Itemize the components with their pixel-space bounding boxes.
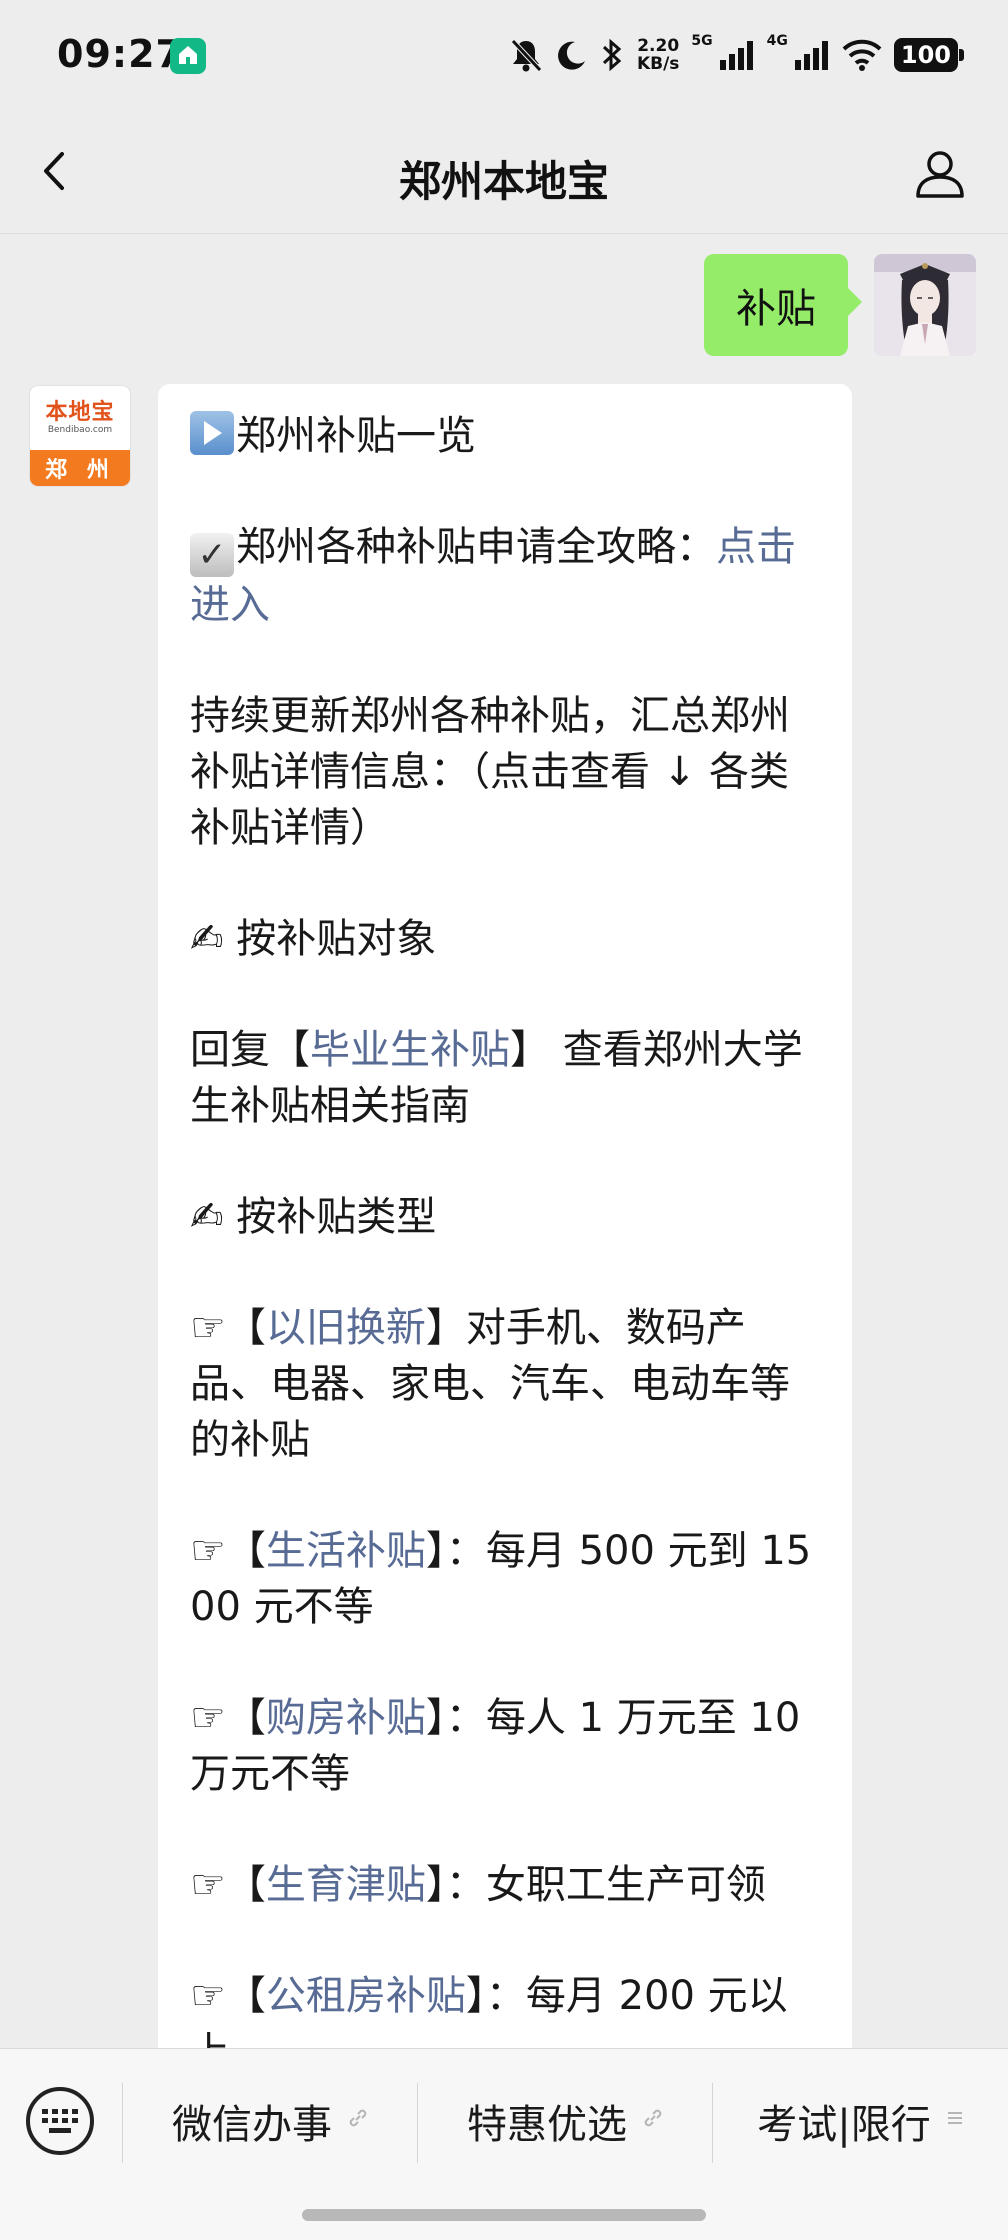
menu-item-label: 微信办事	[172, 2102, 332, 2148]
bendibao-logo: 本地宝 Bendibao.com	[30, 386, 130, 450]
pointer-bracket: ☞【	[190, 1305, 266, 1351]
logo-city: 郑 州	[30, 450, 130, 486]
reply-trade-in: ☞【以旧换新】对手机、数码产品、电器、家电、汽车、电动车等的补贴	[190, 1300, 820, 1468]
bluetooth-icon	[602, 38, 622, 72]
menu-divider	[712, 2083, 713, 2163]
reply-intro: 持续更新郑州各种补贴，汇总郑州补贴详情信息：（点击查看 ↓ 各类补贴详情）	[190, 693, 790, 851]
nav-bar: 郑州本地宝	[0, 108, 1008, 234]
check-box-icon: ✓	[190, 533, 234, 577]
logo-text: 本地宝	[45, 399, 115, 425]
outgoing-message-bubble[interactable]: 补贴	[704, 254, 862, 356]
link-icon	[641, 2106, 665, 2136]
reply-guide-text: 郑州各种补贴申请全攻略：	[236, 524, 716, 570]
reply-maternity: ☞【生育津贴】：女职工生产可领	[190, 1857, 820, 1913]
menu-exam-traffic[interactable]: 考试|限行	[714, 2079, 1008, 2163]
cell-signal-icon-2	[794, 41, 828, 70]
pointer-bracket: ☞【	[190, 1973, 266, 2019]
reply-graduate: 回复【毕业生补贴】 查看郑州大学生补贴相关指南	[190, 1022, 820, 1134]
network-speed: 2.20 KB/s	[637, 37, 679, 73]
home-app-icon	[170, 38, 206, 74]
link-icon	[346, 2106, 370, 2136]
public-rent-subsidy-link[interactable]: 公租房补贴	[266, 1973, 466, 2019]
net-speed-value: 2.20	[637, 36, 680, 56]
reply-guide: ✓ 郑州各种补贴申请全攻略：点击进入	[190, 519, 820, 633]
cell-signal-icon	[719, 41, 753, 70]
menu-special-offers[interactable]: 特惠优选	[419, 2079, 713, 2163]
mute-bell-icon	[511, 39, 542, 72]
battery-indicator: 100	[893, 38, 965, 72]
wifi-icon	[842, 39, 882, 71]
user-avatar[interactable]	[874, 254, 976, 356]
maternity-allowance-link[interactable]: 生育津贴	[266, 1862, 426, 1908]
outgoing-message-row: 补贴	[704, 254, 976, 356]
section-by-type: ✍ 按补贴类型	[190, 1194, 437, 1240]
menu-wechat-services[interactable]: 微信办事	[124, 2079, 418, 2163]
home-indicator[interactable]	[302, 2209, 706, 2221]
reply-living: ☞【生活补贴】：每月 500 元到 1500 元不等	[190, 1523, 820, 1635]
keyboard-toggle-button[interactable]	[26, 2087, 94, 2155]
pointer-bracket: ☞【	[190, 1528, 266, 1574]
menu-divider	[417, 2083, 418, 2163]
menu-divider	[122, 2083, 123, 2163]
menu-list-icon	[945, 2108, 965, 2134]
section-by-target: ✍ 按补贴对象	[190, 916, 437, 962]
reply-heading-text: 郑州补贴一览	[236, 413, 476, 459]
housing-subsidy-link[interactable]: 购房补贴	[266, 1695, 426, 1741]
graduate-subsidy-link[interactable]: 毕业生补贴	[310, 1027, 510, 1073]
bracket-open: 回复【	[190, 1027, 310, 1073]
profile-icon[interactable]	[912, 146, 968, 202]
incoming-message-bubble: 郑州补贴一览 ✓ 郑州各种补贴申请全攻略：点击进入 持续更新郑州各种补贴，汇总郑州…	[158, 384, 852, 2104]
page-title: 郑州本地宝	[398, 157, 609, 206]
reply-heading: 郑州补贴一览	[190, 408, 820, 464]
pointer-bracket: ☞【	[190, 1862, 266, 1908]
moon-icon	[558, 41, 585, 70]
bot-avatar[interactable]: 本地宝 Bendibao.com 郑 州	[30, 386, 130, 486]
signal2-label: 4G	[766, 33, 788, 49]
reply-housing: ☞【购房补贴】：每人 1 万元至 10 万元不等	[190, 1690, 820, 1802]
signal1-label: 5G	[691, 33, 713, 49]
living-subsidy-link[interactable]: 生活补贴	[266, 1528, 426, 1574]
pointer-bracket: ☞【	[190, 1695, 266, 1741]
menu-item-label: 考试|限行	[757, 2102, 931, 2148]
status-bar: 09:27 2.20 KB/s 5G 4G 100	[0, 0, 1008, 108]
trade-in-link[interactable]: 以旧换新	[266, 1305, 426, 1351]
net-speed-unit: KB/s	[636, 54, 680, 74]
maternity-allowance-desc: 】：女职工生产可领	[425, 1862, 766, 1908]
logo-subtext: Bendibao.com	[47, 424, 113, 435]
menu-item-label: 特惠优选	[467, 2102, 627, 2148]
keyboard-icon	[42, 2109, 78, 2133]
status-icons: 2.20 KB/s 5G 4G 100	[509, 30, 965, 80]
status-time: 09:27	[57, 32, 183, 76]
play-button-icon	[190, 411, 234, 455]
